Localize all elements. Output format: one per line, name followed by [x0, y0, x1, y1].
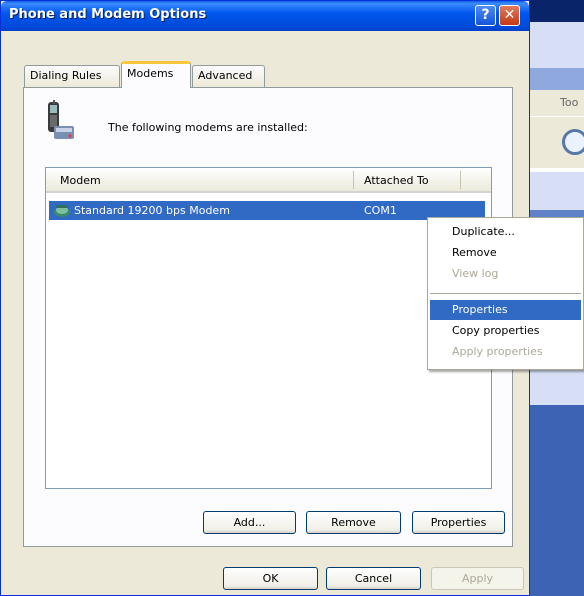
properties-button[interactable]: Properties	[412, 511, 505, 534]
column-divider[interactable]	[460, 171, 461, 189]
column-divider[interactable]	[353, 171, 354, 189]
add-button[interactable]: Add...	[203, 511, 296, 534]
background-panel-lower	[530, 405, 584, 596]
attached-port: COM1	[364, 204, 397, 217]
cancel-button[interactable]: Cancel	[326, 567, 421, 590]
dialog-title: Phone and Modem Options	[9, 7, 207, 22]
tab-dialing-rules[interactable]: Dialing Rules	[24, 65, 120, 87]
menu-item-copy-properties[interactable]: Copy properties	[430, 321, 581, 341]
background-menubar: Too	[530, 90, 584, 116]
help-button[interactable]: ?	[475, 5, 496, 26]
search-icon[interactable]	[562, 129, 584, 155]
list-item[interactable]: Standard 19200 bps Modem COM1	[49, 201, 485, 220]
menu-item-view-log: View log	[452, 267, 499, 280]
column-header-modem[interactable]: Modem	[60, 174, 101, 187]
list-header: Modem Attached To	[46, 168, 491, 193]
menu-item-remove[interactable]: Remove	[430, 243, 581, 263]
menu-item-apply-properties: Apply properties	[452, 345, 543, 358]
menu-item-properties[interactable]: Properties	[430, 300, 581, 320]
background-separator	[530, 168, 584, 172]
background-titlebar	[530, 0, 584, 22]
menu-separator	[430, 293, 581, 294]
tab-advanced[interactable]: Advanced	[192, 65, 265, 87]
title-bar[interactable]: Phone and Modem Options ? ✕	[1, 1, 529, 31]
background-toolbar	[530, 116, 584, 169]
column-header-attached-to[interactable]: Attached To	[364, 174, 429, 187]
context-menu: Duplicate... Remove View log Properties …	[427, 217, 584, 370]
intro-text: The following modems are installed:	[108, 121, 308, 134]
background-menu-tools[interactable]: Too	[560, 96, 578, 109]
tab-modems[interactable]: Modems	[121, 61, 191, 88]
menu-item-duplicate[interactable]: Duplicate...	[430, 222, 581, 242]
phone-modem-icon	[48, 100, 74, 139]
close-button[interactable]: ✕	[499, 5, 520, 26]
ok-button[interactable]: OK	[223, 567, 318, 590]
close-icon: ✕	[503, 7, 516, 23]
background-band	[530, 68, 584, 90]
apply-button[interactable]: Apply	[431, 567, 524, 590]
modem-name: Standard 19200 bps Modem	[74, 204, 230, 217]
help-icon: ?	[481, 7, 490, 23]
remove-button[interactable]: Remove	[306, 511, 401, 534]
modem-icon	[54, 205, 70, 217]
modem-list[interactable]: Modem Attached To Standard 19200 bps Mod…	[45, 167, 492, 489]
